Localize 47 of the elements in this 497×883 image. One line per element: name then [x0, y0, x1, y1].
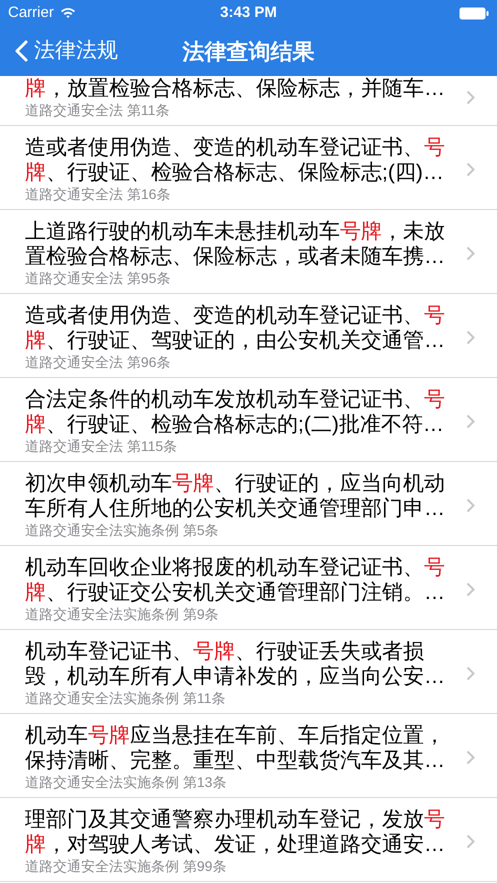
chevron-icon	[466, 414, 475, 428]
result-row[interactable]: 造或者使用伪造、变造的机动车登记证书、号 牌、行驶证、检验合格标志、保险标志;(四)… 道路交通安全法 第16条	[0, 126, 497, 210]
result-row[interactable]: 机动车回收企业将报废的机动车登记证书、号 牌、行驶证交公安机关交通管理部门注销。… 道路交通安全法实施条例 第9条	[0, 546, 497, 630]
source-label: 道路交通安全法实施条例 第99条	[25, 857, 226, 875]
result-text: 造或者使用伪造、变造的机动车登记证书、号 牌、行驶证、检验合格标志、保险标志;(四)…	[25, 135, 445, 185]
chevron-icon	[466, 90, 475, 105]
source-label: 道路交通安全法实施条例 第11条	[25, 689, 226, 707]
back-chevron-icon	[14, 40, 28, 62]
source-label: 道路交通安全法 第95条	[25, 269, 170, 287]
battery-icon	[459, 6, 489, 20]
screen-title: 法律查询结果	[182, 38, 314, 66]
result-text: 初次申领机动车号牌、行驶证的，应当向机动 车所有人住所地的公安机关交通管理部门申…	[25, 471, 445, 521]
result-text: 机动车登记证书、号牌、行驶证丢失或者损 毁，机动车所有人申请补发的，应当向公安…	[25, 639, 445, 689]
result-row[interactable]: 机动车登记证书、号牌、行驶证丢失或者损 毁，机动车所有人申请补发的，应当向公安… 道路交通安全法实施条例 第11条	[0, 630, 497, 714]
result-text: 理部门及其交通警察办理机动车登记，发放号 牌，对驾驶人考试、发证，处理道路交通安…	[25, 807, 445, 857]
wifi-icon	[60, 7, 76, 19]
chevron-icon	[466, 330, 475, 344]
source-label: 道路交通安全法 第16条	[25, 185, 170, 203]
chevron-icon	[466, 750, 475, 764]
source-label: 道路交通安全法 第115条	[25, 437, 178, 455]
chevron-icon	[466, 582, 475, 596]
source-label: 道路交通安全法实施条例 第13条	[25, 773, 226, 791]
chevron-icon	[466, 246, 475, 260]
back-button[interactable]: 法律法规	[0, 35, 118, 67]
result-row[interactable]: 上道路行驶的机动车未悬挂机动车号牌，未放 置检验合格标志、保险标志，或者未随车携… 道路交通安全法 第95条	[0, 210, 497, 294]
result-text: 造或者使用伪造、变造的机动车登记证书、号 牌、行驶证、驾驶证的，由公安机关交通管…	[25, 303, 445, 353]
chevron-icon	[466, 834, 475, 848]
result-row[interactable]: 机动车号牌应当悬挂在车前、车后指定位置， 保持清晰、完整。重型、中型载货汽车及其… 道路交通安全法实施条例 第13条	[0, 714, 497, 798]
source-label: 道路交通安全法实施条例 第5条	[25, 521, 219, 539]
source-label: 道路交通安全法 第96条	[25, 353, 170, 371]
result-text: 机动车回收企业将报废的机动车登记证书、号 牌、行驶证交公安机关交通管理部门注销。…	[25, 555, 445, 605]
source-label: 道路交通安全法实施条例 第9条	[25, 605, 219, 623]
result-text: 牌，放置检验合格标志、保险标志，并随车…	[25, 76, 445, 101]
status-time: 3:43 PM	[220, 2, 277, 23]
result-row[interactable]: 造或者使用伪造、变造的机动车登记证书、号 牌、行驶证、驾驶证的，由公安机关交通管… 道路交通安全法 第96条	[0, 294, 497, 378]
result-row[interactable]: 理部门及其交通警察办理机动车登记，发放号 牌，对驾驶人考试、发证，处理道路交通安… 道路交通安全法实施条例 第99条	[0, 798, 497, 882]
result-text: 机动车号牌应当悬挂在车前、车后指定位置， 保持清晰、完整。重型、中型载货汽车及其…	[25, 723, 445, 773]
result-text: 上道路行驶的机动车未悬挂机动车号牌，未放 置检验合格标志、保险标志，或者未随车携…	[25, 219, 445, 269]
chevron-icon	[466, 498, 475, 512]
result-text: 合法定条件的机动车发放机动车登记证书、号 牌、行驶证、检验合格标志的;(二)批准不符…	[25, 387, 445, 437]
result-row[interactable]: 初次申领机动车号牌、行驶证的，应当向机动 车所有人住所地的公安机关交通管理部门申… 道路交通安全法实施条例 第5条	[0, 462, 497, 546]
result-row[interactable]: 牌，放置检验合格标志、保险标志，并随车… 道路交通安全法 第11条	[0, 76, 497, 126]
result-row[interactable]: 合法定条件的机动车发放机动车登记证书、号 牌、行驶证、检验合格标志的;(二)批准不符… 道路交通安全法 第115条	[0, 378, 497, 462]
chevron-icon	[466, 666, 475, 680]
chevron-icon	[466, 162, 475, 176]
carrier-label: Carrier	[8, 2, 54, 23]
source-label: 道路交通安全法 第11条	[25, 101, 170, 119]
